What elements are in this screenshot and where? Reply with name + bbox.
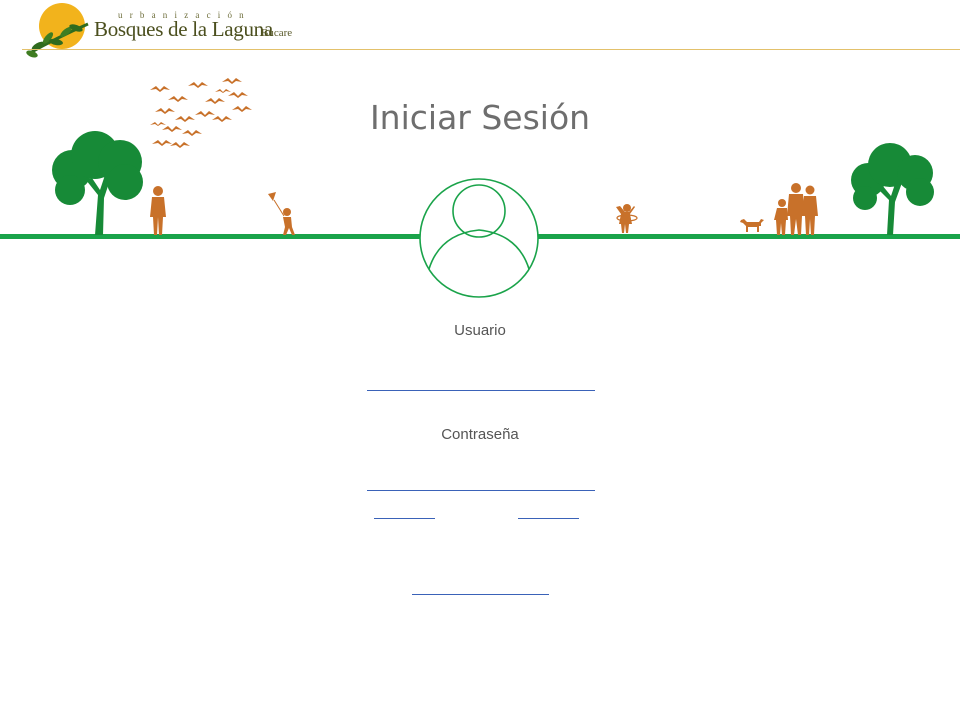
login-button[interactable]: [412, 594, 549, 595]
link-left[interactable]: [374, 518, 435, 519]
dog-icon: [740, 219, 764, 232]
tree-icon: [52, 131, 143, 235]
logo[interactable]: urbanización Bosques de la Laguna: [26, 2, 273, 60]
logo-title: Bosques de la Laguna: [94, 17, 273, 41]
birds-icon: [150, 78, 252, 148]
link-right[interactable]: [518, 518, 579, 519]
family-icon: [774, 183, 818, 235]
person-icon: [150, 186, 166, 235]
password-label: Contraseña: [441, 426, 519, 443]
tree-icon: [851, 143, 934, 235]
child-with-kite-icon: [268, 192, 295, 235]
username-label: Usuario: [454, 322, 506, 339]
header: urbanización Bosques de la Laguna Bucare: [0, 0, 960, 58]
child-with-hoop-icon: [616, 204, 638, 233]
username-input[interactable]: [367, 370, 595, 391]
user-avatar-icon: [419, 178, 539, 298]
header-divider: [22, 49, 960, 50]
header-tag: Bucare: [261, 27, 293, 39]
landscape-illustration: [0, 78, 960, 298]
password-input[interactable]: [367, 470, 595, 491]
